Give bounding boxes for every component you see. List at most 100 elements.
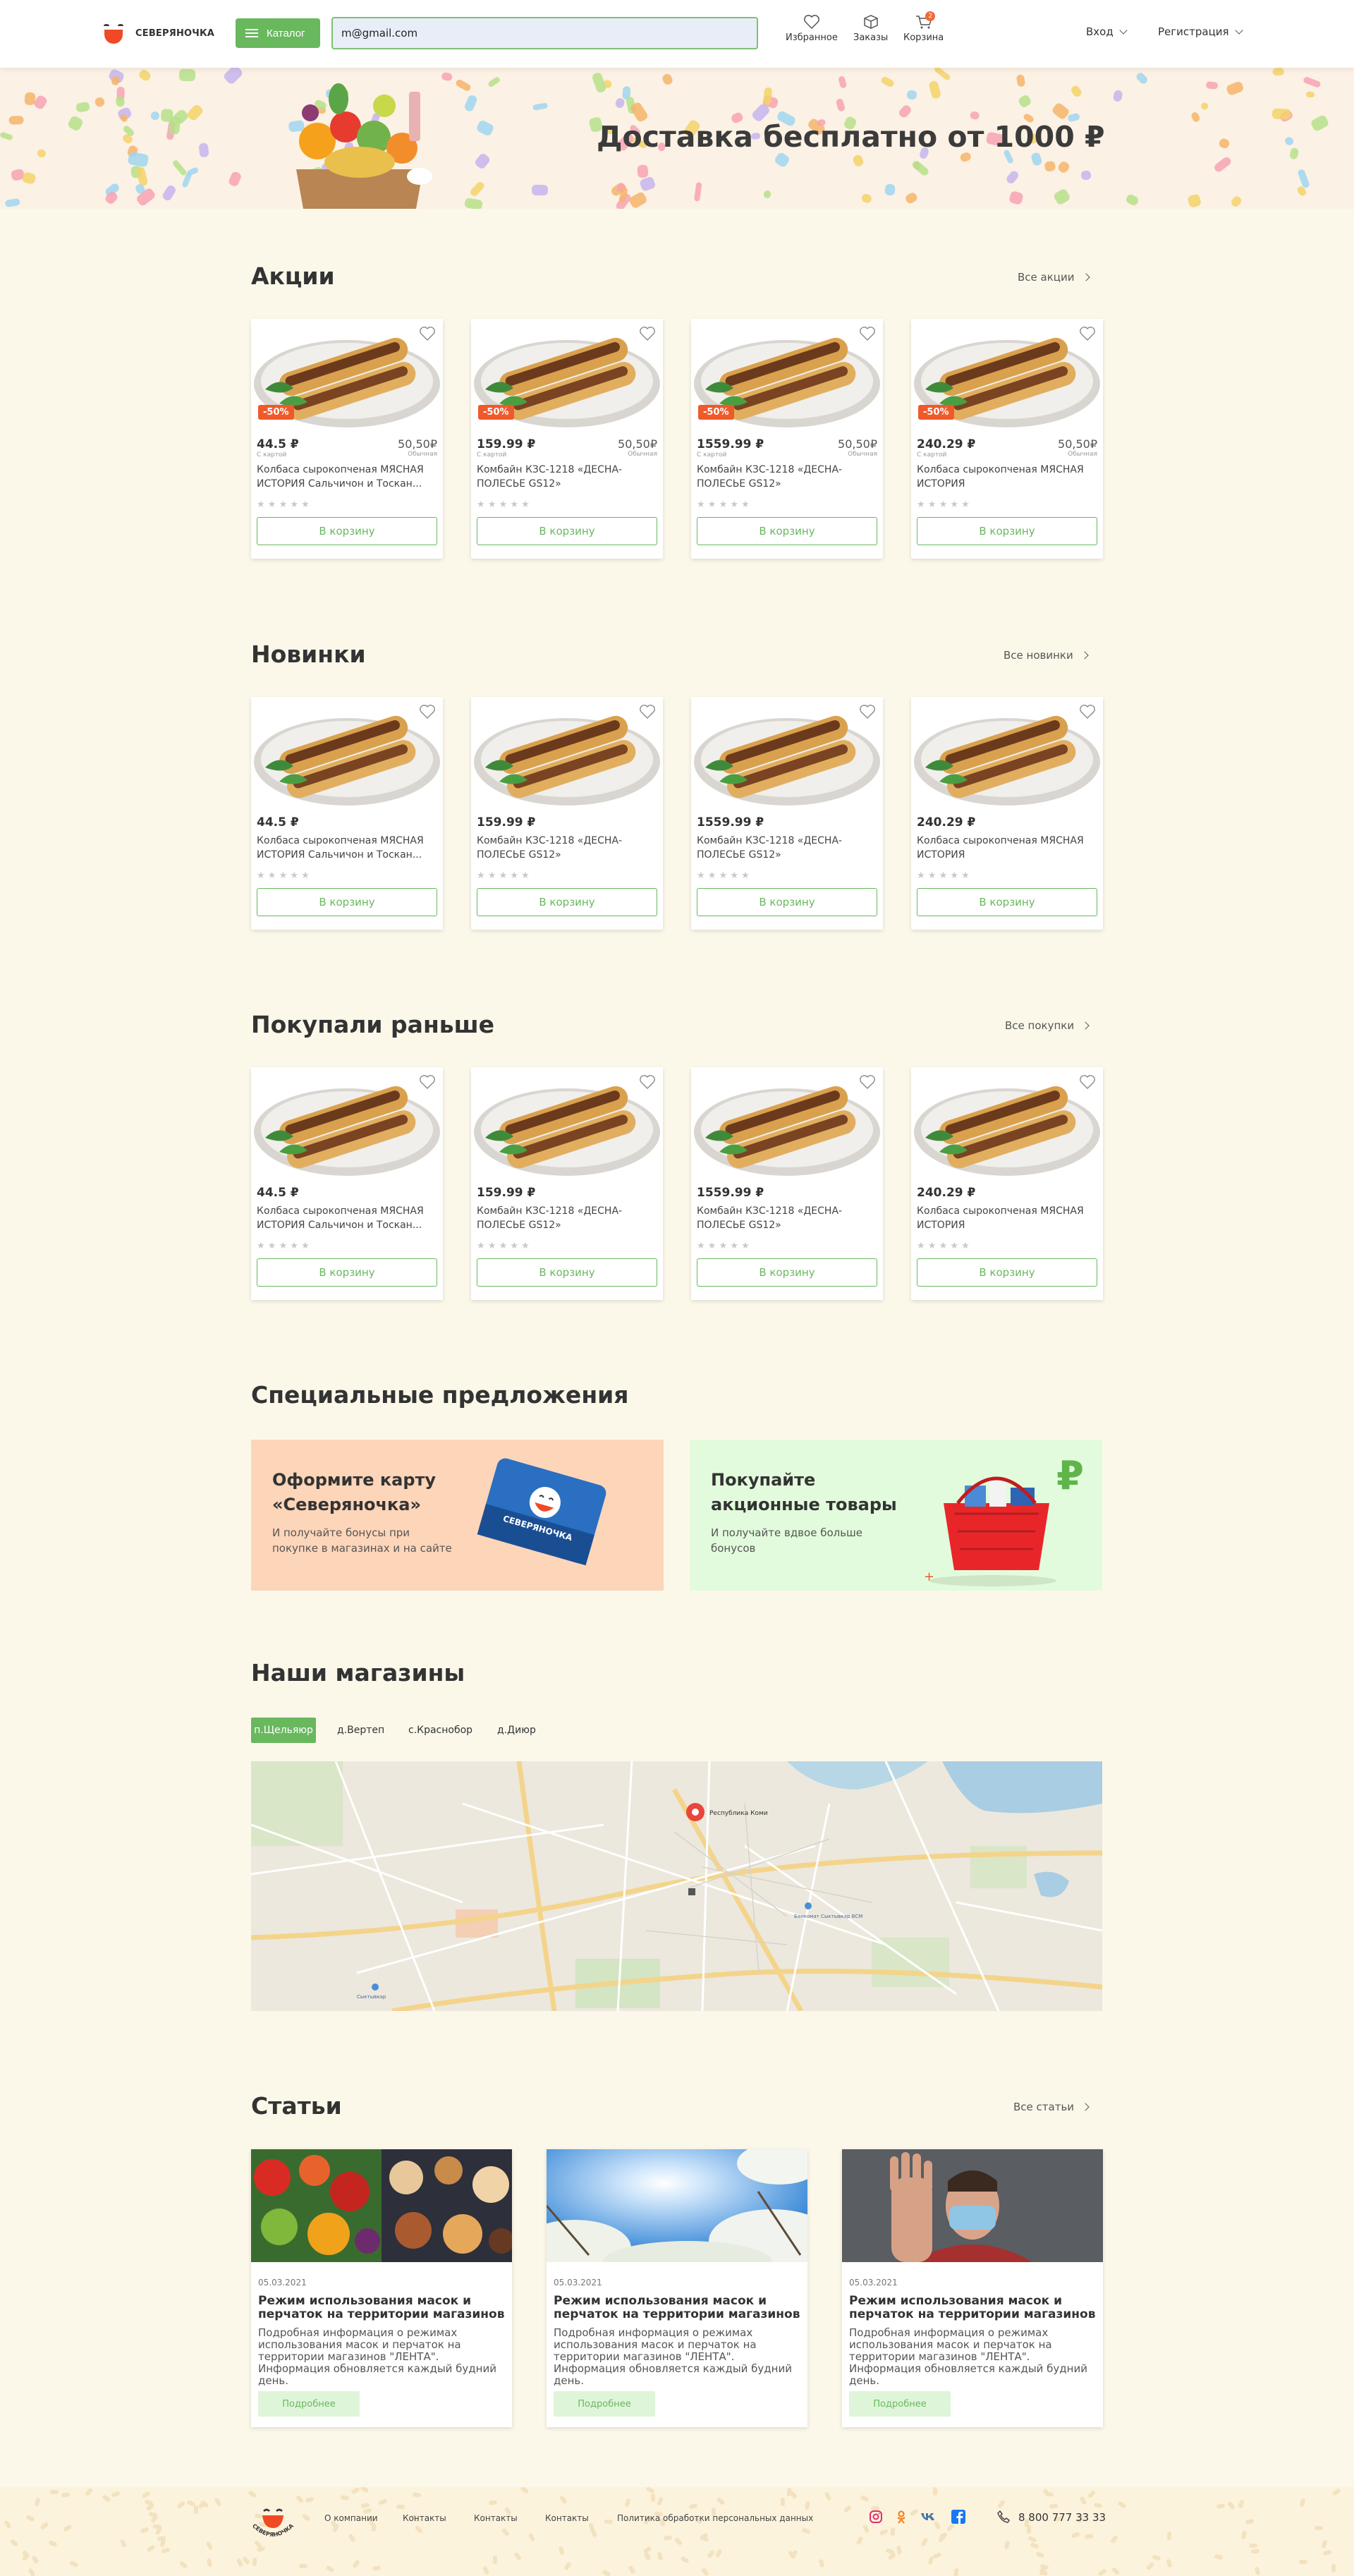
product-card[interactable]: 240.29 ₽ Колбаса сырокопченая МЯСНАЯ ИСТ… — [911, 697, 1103, 930]
footer-link-contacts-3[interactable]: Контакты — [545, 2513, 589, 2523]
favorite-icon[interactable] — [1079, 1074, 1096, 1090]
product-name[interactable]: Колбаса сырокопченая МЯСНАЯ ИСТОРИЯ — [911, 830, 1103, 866]
product-name[interactable]: Комбайн КЗС-1218 «ДЕСНА-ПОЛЕСЬЕ GS12» — [471, 1200, 663, 1237]
all-bought-link[interactable]: Все покупки — [1005, 1019, 1090, 1032]
product-name[interactable]: Колбаса сырокопченая МЯСНАЯ ИСТОРИЯ Саль… — [251, 830, 443, 866]
favorite-icon[interactable] — [639, 704, 656, 719]
rating-stars[interactable]: ★ ★ ★ ★ ★ — [691, 1237, 883, 1256]
article-more-button[interactable]: Подробнее — [554, 2391, 655, 2417]
site-footer — [0, 2487, 1354, 2576]
card-offer[interactable]: Оформите карту «Северяночка» И получайте… — [251, 1440, 664, 1591]
rating-stars[interactable]: ★ ★ ★ ★ ★ — [911, 866, 1103, 885]
footer-pattern-shape — [650, 2493, 656, 2503]
add-to-cart-button[interactable]: В корзину — [477, 888, 657, 916]
hero-pattern-shape — [1229, 194, 1243, 209]
footer-link-contacts-2[interactable]: Контакты — [474, 2513, 518, 2523]
instagram-icon[interactable] — [869, 2510, 883, 2524]
cart-count-badge: 2 — [925, 11, 936, 21]
odnoklassniki-icon[interactable] — [894, 2510, 908, 2524]
footer-link-privacy[interactable]: Политика обработки персональных данных — [617, 2513, 813, 2523]
product-card[interactable]: 44.5 ₽ Колбаса сырокопченая МЯСНАЯ ИСТОР… — [251, 1067, 443, 1300]
rating-stars[interactable]: ★ ★ ★ ★ ★ — [691, 495, 883, 514]
add-to-cart-button[interactable]: В корзину — [697, 517, 877, 545]
product-name[interactable]: Колбаса сырокопченая МЯСНАЯ ИСТОРИЯ — [911, 458, 1103, 495]
footer-logo[interactable]: СЕВЕРЯНОЧКА — [248, 2503, 298, 2545]
product-card[interactable]: 159.99 ₽ Комбайн КЗС-1218 «ДЕСНА-ПОЛЕСЬЕ… — [471, 1067, 663, 1300]
footer-link-contacts-1[interactable]: Контакты — [403, 2513, 446, 2523]
favorite-icon[interactable] — [859, 704, 876, 719]
article-card-1[interactable]: 05.03.2021 Режим использования масок и п… — [251, 2149, 512, 2427]
add-to-cart-button[interactable]: В корзину — [697, 1258, 877, 1287]
promo-offer[interactable]: Покупайте акционные товары И получайте в… — [690, 1440, 1102, 1591]
facebook-icon[interactable] — [951, 2509, 966, 2525]
all-articles-link[interactable]: Все статьи — [1013, 2101, 1090, 2113]
rating-stars[interactable]: ★ ★ ★ ★ ★ — [471, 1237, 663, 1256]
product-name[interactable]: Колбаса сырокопченая МЯСНАЯ ИСТОРИЯ Саль… — [251, 1200, 443, 1237]
favorite-icon[interactable] — [859, 326, 876, 341]
store-map[interactable]: Республика Коми Банкомат Сыктывкар ВСМ С… — [251, 1761, 1102, 2011]
product-card[interactable]: -50% 44.5 ₽ С картой 50,50₽ Обычная Колба… — [251, 319, 443, 559]
product-name[interactable]: Комбайн КЗС-1218 «ДЕСНА-ПОЛЕСЬЕ GS12» — [471, 830, 663, 866]
favorite-icon[interactable] — [419, 704, 436, 719]
add-to-cart-button[interactable]: В корзину — [917, 1258, 1097, 1287]
add-to-cart-button[interactable]: В корзину — [257, 1258, 437, 1287]
rating-stars[interactable]: ★ ★ ★ ★ ★ — [471, 495, 663, 514]
add-to-cart-button[interactable]: В корзину — [917, 888, 1097, 916]
favorite-icon[interactable] — [1079, 326, 1096, 341]
favorite-icon[interactable] — [859, 1074, 876, 1090]
favorite-icon[interactable] — [1079, 704, 1096, 719]
add-to-cart-button[interactable]: В корзину — [477, 517, 657, 545]
product-card[interactable]: -50% 159.99 ₽ С картой 50,50₽ Обычная Ком… — [471, 319, 663, 559]
orders-link[interactable]: Заказы — [853, 14, 888, 43]
vk-icon[interactable] — [920, 2510, 937, 2524]
product-card[interactable]: -50% 240.29 ₽ С картой 50,50₽ Обычная Кол… — [911, 319, 1103, 559]
product-name[interactable]: Комбайн КЗС-1218 «ДЕСНА-ПОЛЕСЬЕ GS12» — [691, 830, 883, 866]
favorite-icon[interactable] — [639, 326, 656, 341]
footer-link-about[interactable]: О компании — [324, 2513, 378, 2523]
product-name[interactable]: Колбаса сырокопченая МЯСНАЯ ИСТОРИЯ Саль… — [251, 458, 443, 495]
article-card-3[interactable]: 05.03.2021 Режим использования масок и п… — [842, 2149, 1103, 2427]
store-tab-4[interactable]: д.Диюр — [492, 1718, 542, 1743]
add-to-cart-button[interactable]: В корзину — [257, 517, 437, 545]
all-new-link[interactable]: Все новинки — [1004, 649, 1089, 662]
store-tab-2[interactable]: д.Вертеп — [331, 1718, 390, 1743]
rating-stars[interactable]: ★ ★ ★ ★ ★ — [251, 495, 443, 514]
logo[interactable]: СЕВЕРЯНОЧКА — [100, 21, 214, 45]
article-more-button[interactable]: Подробнее — [849, 2391, 951, 2417]
favorite-icon[interactable] — [419, 1074, 436, 1090]
rating-stars[interactable]: ★ ★ ★ ★ ★ — [251, 1237, 443, 1256]
footer-phone[interactable]: 8 800 777 33 33 — [1018, 2511, 1106, 2524]
catalog-button[interactable]: Каталог — [236, 18, 320, 48]
product-name[interactable]: Комбайн КЗС-1218 «ДЕСНА-ПОЛЕСЬЕ GS12» — [691, 458, 883, 495]
rating-stars[interactable]: ★ ★ ★ ★ ★ — [691, 866, 883, 885]
add-to-cart-button[interactable]: В корзину — [917, 517, 1097, 545]
product-card[interactable]: 44.5 ₽ Колбаса сырокопченая МЯСНАЯ ИСТОР… — [251, 697, 443, 930]
store-tab-3[interactable]: с.Краснобор — [403, 1718, 478, 1743]
add-to-cart-button[interactable]: В корзину — [257, 888, 437, 916]
cart-link[interactable]: 2 Корзина — [903, 11, 944, 43]
store-tab-1[interactable]: п.Щельяюр — [251, 1718, 316, 1743]
rating-stars[interactable]: ★ ★ ★ ★ ★ — [251, 866, 443, 885]
add-to-cart-button[interactable]: В корзину — [697, 888, 877, 916]
favorite-icon[interactable] — [639, 1074, 656, 1090]
product-card[interactable]: -50% 1559.99 ₽ С картой 50,50₽ Обычная Ко… — [691, 319, 883, 559]
product-card[interactable]: 159.99 ₽ Комбайн КЗС-1218 «ДЕСНА-ПОЛЕСЬЕ… — [471, 697, 663, 930]
add-to-cart-button[interactable]: В корзину — [477, 1258, 657, 1287]
rating-stars[interactable]: ★ ★ ★ ★ ★ — [911, 1237, 1103, 1256]
search-input[interactable] — [331, 17, 758, 49]
product-card[interactable]: 1559.99 ₽ Комбайн КЗС-1218 «ДЕСНА-ПОЛЕСЬ… — [691, 1067, 883, 1300]
favorites-link[interactable]: Избранное — [786, 14, 838, 43]
article-card-2[interactable]: 05.03.2021 Режим использования масок и п… — [547, 2149, 807, 2427]
favorite-icon[interactable] — [419, 326, 436, 341]
product-card[interactable]: 240.29 ₽ Колбаса сырокопченая МЯСНАЯ ИСТ… — [911, 1067, 1103, 1300]
all-sales-link[interactable]: Все акции — [1018, 271, 1090, 284]
register-link[interactable]: Регистрация — [1158, 25, 1243, 38]
product-name[interactable]: Колбаса сырокопченая МЯСНАЯ ИСТОРИЯ — [911, 1200, 1103, 1237]
rating-stars[interactable]: ★ ★ ★ ★ ★ — [471, 866, 663, 885]
rating-stars[interactable]: ★ ★ ★ ★ ★ — [911, 495, 1103, 514]
article-more-button[interactable]: Подробнее — [258, 2391, 360, 2417]
login-link[interactable]: Вход — [1086, 25, 1128, 38]
product-name[interactable]: Комбайн КЗС-1218 «ДЕСНА-ПОЛЕСЬЕ GS12» — [691, 1200, 883, 1237]
product-name[interactable]: Комбайн КЗС-1218 «ДЕСНА-ПОЛЕСЬЕ GS12» — [471, 458, 663, 495]
product-card[interactable]: 1559.99 ₽ Комбайн КЗС-1218 «ДЕСНА-ПОЛЕСЬ… — [691, 697, 883, 930]
